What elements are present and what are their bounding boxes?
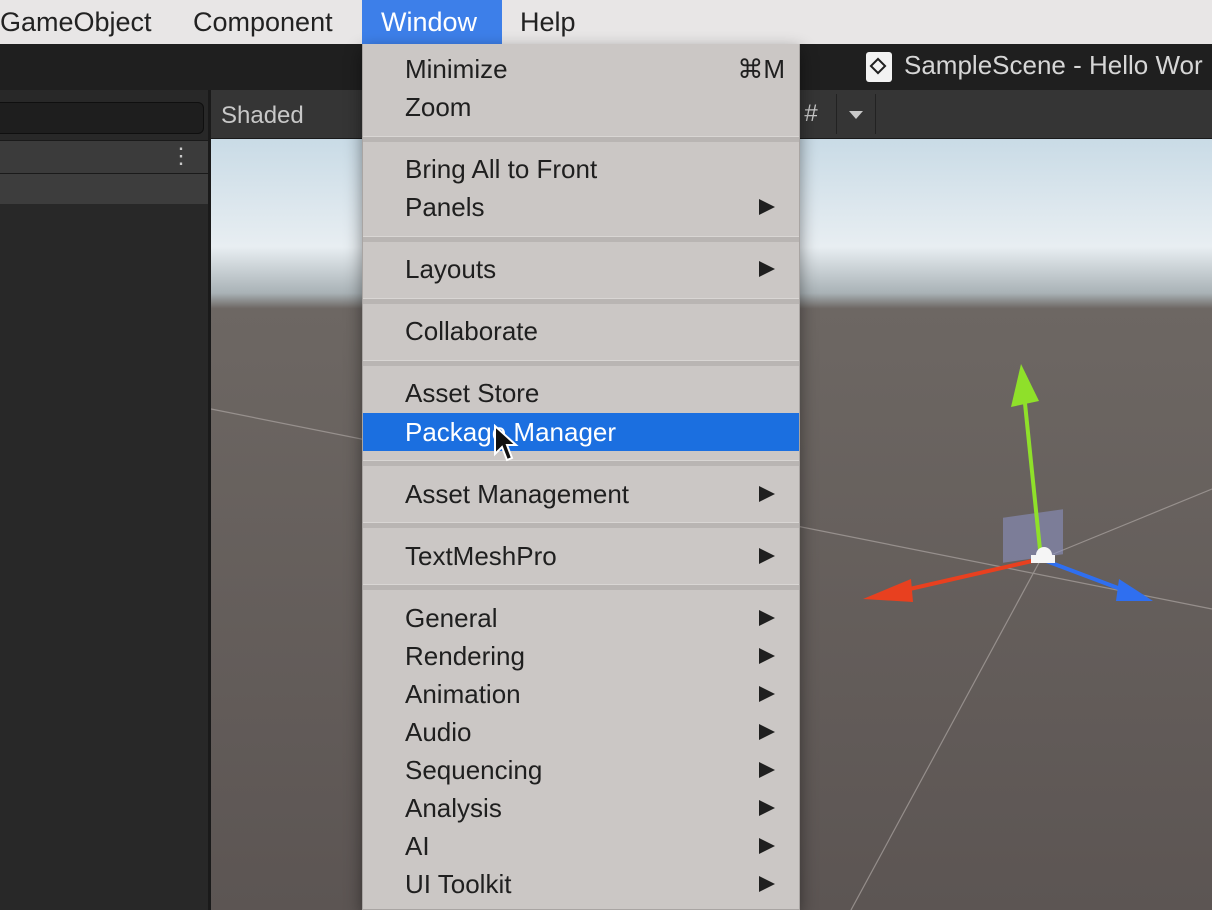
submenu-arrow-icon xyxy=(759,724,775,740)
menu-help[interactable]: Help xyxy=(502,0,594,44)
shortcut-label: ⌘M xyxy=(737,54,785,84)
mouse-cursor-icon xyxy=(494,424,519,462)
shading-mode-dropdown[interactable]: Shaded xyxy=(221,102,304,130)
hierarchy-header: ⋮ xyxy=(0,140,208,174)
menu-item-textmeshpro[interactable]: TextMeshPro xyxy=(363,537,799,575)
submenu-arrow-icon xyxy=(759,648,775,664)
menu-window[interactable]: Window xyxy=(362,0,502,44)
menu-item-label: Audio xyxy=(405,717,472,747)
submenu-arrow-icon xyxy=(759,876,775,892)
menu-item-ui-toolkit[interactable]: UI Toolkit xyxy=(363,865,799,903)
hierarchy-scene-row[interactable] xyxy=(0,174,208,204)
menu-item-label: UI Toolkit xyxy=(405,869,512,899)
menu-item-label: General xyxy=(405,603,498,633)
menu-separator xyxy=(363,360,799,366)
gizmos-icon[interactable]: # xyxy=(796,100,826,128)
menu-item-asset-store[interactable]: Asset Store xyxy=(363,374,799,412)
menu-item-label: Analysis xyxy=(405,793,502,823)
menu-item-sequencing[interactable]: Sequencing xyxy=(363,751,799,789)
menu-item-label: Bring All to Front xyxy=(405,154,598,184)
submenu-arrow-icon xyxy=(759,762,775,778)
hierarchy-search-input[interactable] xyxy=(0,102,204,134)
window-menu-dropdown: Minimize ⌘M Zoom Bring All to Front Pane… xyxy=(362,44,800,910)
submenu-arrow-icon xyxy=(759,800,775,816)
menu-separator xyxy=(363,136,799,142)
menu-separator xyxy=(363,584,799,590)
window-title: SampleScene - Hello Wor xyxy=(904,50,1203,80)
menu-separator xyxy=(363,460,799,466)
menu-item-label: Sequencing xyxy=(405,755,543,785)
submenu-arrow-icon xyxy=(759,261,775,277)
menu-item-label: Layouts xyxy=(405,254,497,284)
menu-item-audio[interactable]: Audio xyxy=(363,713,799,751)
menu-item-general[interactable]: General xyxy=(363,599,799,637)
hierarchy-panel: ⋮ xyxy=(0,90,211,910)
menu-item-label: TextMeshPro xyxy=(405,541,557,571)
submenu-arrow-icon xyxy=(759,610,775,626)
menu-separator xyxy=(363,522,799,528)
menu-item-label: Minimize xyxy=(405,54,508,84)
submenu-arrow-icon xyxy=(759,548,775,564)
menu-item-label: Rendering xyxy=(405,641,525,671)
menu-item-layouts[interactable]: Layouts xyxy=(363,250,799,288)
menu-item-label: AI xyxy=(405,831,430,861)
menu-item-label: Zoom xyxy=(405,92,472,122)
menu-item-label: Asset Management xyxy=(405,479,630,509)
submenu-arrow-icon xyxy=(759,486,775,502)
more-options-icon[interactable]: ⋮ xyxy=(170,145,192,167)
menu-item-ai[interactable]: AI xyxy=(363,827,799,865)
menu-item-zoom[interactable]: Zoom xyxy=(363,88,799,126)
menu-item-label: Collaborate xyxy=(405,316,538,346)
unity-logo-icon xyxy=(866,52,892,82)
menu-item-package-manager[interactable]: Package Manager xyxy=(363,413,799,451)
menu-item-panels[interactable]: Panels xyxy=(363,188,799,226)
menu-component[interactable]: Component xyxy=(175,0,351,44)
menu-item-label: Panels xyxy=(405,192,485,222)
menu-item-minimize[interactable]: Minimize ⌘M xyxy=(363,50,799,88)
menu-item-label: Asset Store xyxy=(405,378,540,408)
menu-item-rendering[interactable]: Rendering xyxy=(363,637,799,675)
menu-separator xyxy=(363,236,799,242)
submenu-arrow-icon xyxy=(759,838,775,854)
gizmos-dropdown-button[interactable] xyxy=(836,94,876,134)
menu-item-asset-management[interactable]: Asset Management xyxy=(363,475,799,513)
menu-item-animation[interactable]: Animation xyxy=(363,675,799,713)
menu-item-label: Animation xyxy=(405,679,521,709)
menu-gameobject[interactable]: GameObject xyxy=(0,0,170,44)
submenu-arrow-icon xyxy=(759,199,775,215)
transform-gizmo[interactable] xyxy=(863,364,1153,602)
menu-separator xyxy=(363,298,799,304)
menu-item-bring-all-to-front[interactable]: Bring All to Front xyxy=(363,150,799,188)
menu-item-analysis[interactable]: Analysis xyxy=(363,789,799,827)
menu-item-collaborate[interactable]: Collaborate xyxy=(363,312,799,350)
menu-bar: GameObject Component Window Help xyxy=(0,0,1212,45)
submenu-arrow-icon xyxy=(759,686,775,702)
